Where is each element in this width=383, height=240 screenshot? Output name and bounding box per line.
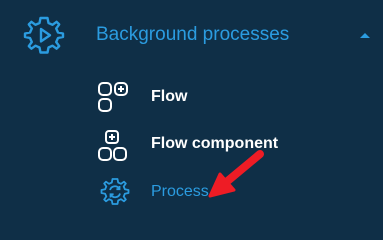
process-gear-icon xyxy=(99,176,131,208)
section-label: Background processes xyxy=(96,24,290,45)
menu-item-label: Flow xyxy=(151,88,188,105)
chevron-up-icon[interactable] xyxy=(358,28,372,40)
gear-play-icon xyxy=(22,13,66,57)
red-arrow-icon xyxy=(196,148,270,204)
section-background-processes[interactable]: Background processes xyxy=(0,0,383,70)
flow-component-icon xyxy=(97,130,129,162)
sidebar-panel: Background processes Flow Flow component… xyxy=(0,0,383,218)
menu-item-flow[interactable]: Flow xyxy=(80,74,383,118)
flow-icon xyxy=(97,81,129,113)
